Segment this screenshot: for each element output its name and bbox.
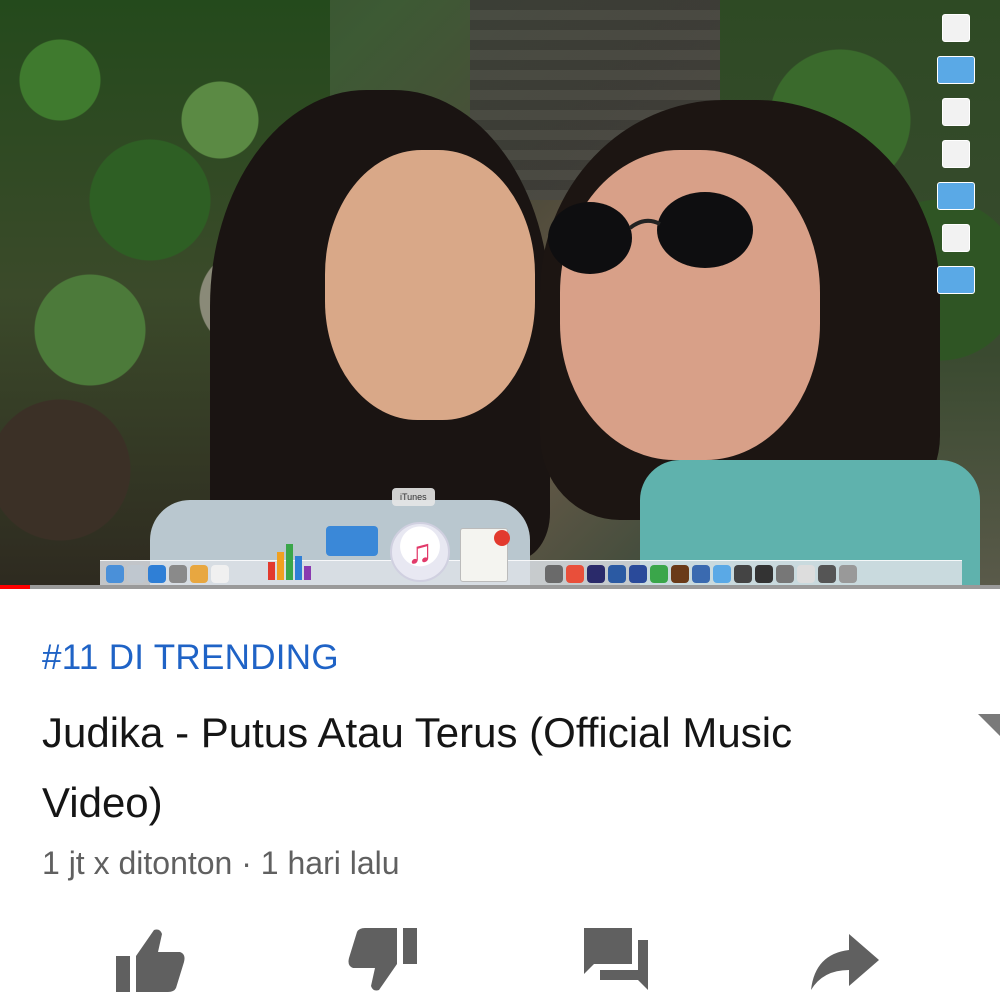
thumbnail-icon: [797, 565, 815, 583]
sunglasses-graphic: [548, 192, 753, 274]
thumbnail-icon: [755, 565, 773, 583]
app-icon: [692, 565, 710, 583]
share-icon: [811, 934, 879, 990]
expand-description-icon[interactable]: [978, 714, 1000, 736]
video-player[interactable]: iTunes ♫: [0, 0, 1000, 588]
file-icon: [942, 14, 970, 42]
thumbnail-icon: [776, 565, 794, 583]
settings-icon: [545, 565, 563, 583]
finder-icon: [106, 565, 124, 583]
dock-tooltip: iTunes: [392, 488, 435, 506]
whatsapp-icon: [650, 565, 668, 583]
chrome-icon: [566, 565, 584, 583]
notification-badge: [494, 530, 510, 546]
share-button[interactable]: [805, 920, 885, 1000]
trash-icon: [839, 565, 857, 583]
folder-icon: [937, 182, 975, 210]
launchpad-icon: [127, 565, 145, 583]
app-icon: [211, 565, 229, 583]
action-bar: [0, 920, 1000, 1000]
app-icon: [190, 565, 208, 583]
progress-track[interactable]: [0, 585, 1000, 589]
thumbnail-icon: [818, 565, 836, 583]
dislike-icon: [348, 928, 417, 991]
folder-icon: [937, 266, 975, 294]
comment-button[interactable]: [576, 920, 656, 1000]
folder-icon: [937, 56, 975, 84]
video-subject-face: [325, 150, 535, 420]
after-effects-icon: [587, 565, 605, 583]
comment-icon: [584, 928, 648, 990]
dislike-button[interactable]: [343, 920, 423, 1000]
illustrator-icon: [671, 565, 689, 583]
trending-label[interactable]: #11 DI TRENDING: [42, 638, 339, 678]
mac-dock: [100, 560, 962, 586]
folder-icon: [713, 565, 731, 583]
like-icon: [116, 929, 185, 992]
file-icon: [942, 224, 970, 252]
progress-fill: [0, 585, 30, 589]
lightroom-icon: [608, 565, 626, 583]
like-button[interactable]: [110, 920, 190, 1000]
file-icon: [942, 140, 970, 168]
photoshop-icon: [629, 565, 647, 583]
safari-icon: [148, 565, 166, 583]
keynote-icon: [326, 526, 378, 556]
video-meta: 1 jt x ditonton · 1 hari lalu: [42, 845, 400, 881]
video-title: Judika - Putus Atau Terus (Official Musi…: [42, 709, 793, 826]
numbers-icon: [268, 540, 314, 580]
thumbnail-icon: [734, 565, 752, 583]
desktop-icons: [912, 14, 1000, 494]
itunes-icon: ♫: [390, 522, 450, 582]
app-icon: [169, 565, 187, 583]
file-icon: [942, 98, 970, 126]
